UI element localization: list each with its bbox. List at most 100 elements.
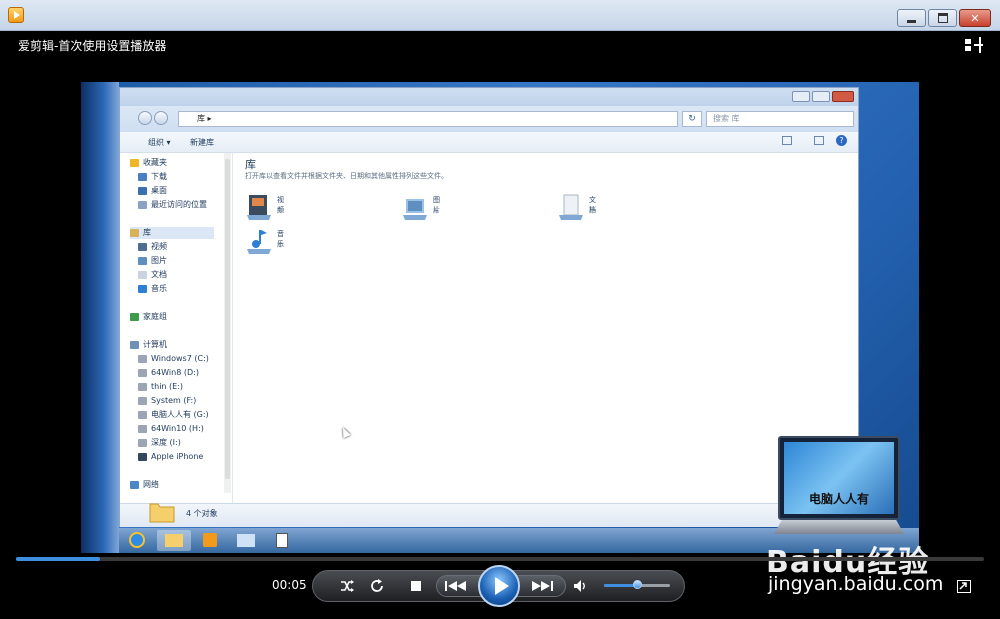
explorer-minimize-icon — [792, 91, 810, 102]
new-library-button: 新建库 — [190, 138, 214, 147]
preview-pane-icon — [814, 136, 824, 145]
explorer-status-bar: 4 个对象 — [120, 503, 858, 527]
minimize-button[interactable] — [897, 9, 926, 27]
nav-item: 音乐 — [138, 283, 167, 295]
star-icon — [130, 158, 139, 167]
recent-places-icon — [138, 200, 147, 209]
drive-icon — [138, 396, 147, 405]
drive-icon — [138, 382, 147, 391]
ie-icon — [121, 530, 155, 551]
library-icon — [130, 228, 139, 237]
help-icon: ? — [836, 135, 847, 146]
close-button[interactable]: ✕ — [959, 9, 991, 27]
nav-item: 最近访问的位置 — [138, 199, 207, 211]
nav-item: 视频 — [138, 241, 167, 253]
nav-item: 64Win8 (D:) — [138, 367, 199, 379]
nav-item: 文档 — [138, 269, 167, 281]
logo-caption: 电脑人人有 — [808, 492, 869, 506]
switch-to-library-icon[interactable] — [965, 37, 983, 53]
video-title: 爱剪辑-首次使用设置播放器 — [18, 39, 167, 53]
explorer-address-bar: 库 ▸ ↻ 搜索 库 — [120, 106, 858, 132]
nav-item: System (F:) — [138, 395, 196, 407]
stop-icon — [411, 581, 421, 591]
forward-icon — [154, 111, 168, 125]
laptop-base — [774, 520, 904, 534]
volume-slider[interactable] — [604, 580, 670, 589]
play-button[interactable] — [478, 565, 520, 607]
close-icon: ✕ — [970, 11, 980, 25]
item-count: 4 个对象 — [186, 509, 218, 518]
pictures-library-icon — [403, 199, 427, 220]
video-library-icon — [138, 242, 147, 251]
homegroup-icon — [130, 312, 139, 321]
previous-icon — [445, 581, 466, 591]
explorer-close-icon — [832, 91, 854, 102]
nav-item: Windows7 (C:) — [138, 353, 209, 365]
watermark-logo: 电脑人人有 — [774, 436, 904, 542]
music-library-icon — [247, 230, 271, 254]
view-icon — [782, 136, 792, 145]
explorer-window: 库 ▸ ↻ 搜索 库 组织 ▾ 新建库 ? 收藏夹 下载 桌面 最近访问的位置 … — [119, 87, 859, 527]
explorer-toolbar: 组织 ▾ 新建库 ? — [120, 132, 858, 153]
maximize-icon — [929, 10, 956, 26]
library-title: 库 — [245, 158, 256, 171]
shuffle-icon — [341, 580, 354, 592]
document-taskbar-icon — [265, 530, 299, 551]
desktop-edge — [81, 82, 119, 553]
volume-icon — [574, 580, 585, 592]
player-window: ✕ 爱剪辑-首次使用设置播放器 库 ▸ ↻ 搜索 库 组织 ▾ 新建库 ? 收藏… — [0, 0, 1000, 619]
back-icon — [138, 111, 152, 125]
nav-item: 下载 — [138, 171, 167, 183]
title-bar: ✕ — [0, 0, 1000, 31]
repeat-button[interactable] — [368, 577, 386, 595]
explorer-taskbar-icon — [157, 530, 191, 551]
drive-icon — [138, 354, 147, 363]
previous-button[interactable] — [442, 577, 470, 595]
drive-icon — [138, 410, 147, 419]
documents-library-icon — [559, 194, 583, 220]
desktop-icon — [138, 186, 147, 195]
drive-icon — [138, 368, 147, 377]
network-icon — [130, 480, 139, 489]
fullscreen-button[interactable] — [957, 580, 971, 593]
fullscreen-icon — [959, 582, 967, 590]
next-button[interactable] — [528, 577, 556, 595]
library-view: 库 打开库以查看文件并根据文件夹、日期和其他属性排列这些文件。 视频 库 图片 … — [233, 153, 858, 503]
mute-button[interactable] — [572, 577, 590, 595]
nav-item: 桌面 — [138, 185, 167, 197]
volume-thumb[interactable] — [633, 580, 642, 589]
network-node: 网络 — [130, 479, 159, 491]
shuffle-button[interactable] — [338, 577, 356, 595]
libraries-node: 库 — [130, 227, 214, 239]
next-icon — [532, 581, 553, 591]
stop-button[interactable] — [407, 577, 425, 595]
nav-item: 电脑人人有 (G:) — [138, 409, 209, 421]
video-library-icon — [247, 195, 271, 220]
nav-item: Apple iPhone — [138, 451, 203, 463]
phone-icon — [138, 452, 147, 461]
sidebar-scroll-thumb — [225, 159, 230, 479]
explorer-maximize-icon — [812, 91, 830, 102]
computer-node: 计算机 — [130, 339, 167, 351]
minimize-icon — [898, 10, 925, 26]
baidu-url: jingyan.baidu.com — [768, 573, 944, 595]
favorites-node: 收藏夹 — [130, 157, 167, 169]
elapsed-time: 00:05 — [272, 578, 307, 592]
nav-item: thin (E:) — [138, 381, 183, 393]
refresh-icon: ↻ — [682, 111, 702, 127]
drive-icon — [138, 438, 147, 447]
explorer-title-bar — [120, 88, 858, 106]
navigation-pane: 收藏夹 下载 桌面 最近访问的位置 库 视频 图片 文档 音乐 家庭组 计算机 … — [120, 153, 233, 503]
window-taskbar-icon — [229, 530, 263, 551]
seek-bar[interactable] — [16, 557, 984, 561]
drive-icon — [138, 424, 147, 433]
seek-progress — [16, 557, 101, 561]
laptop-logo-icon: 电脑人人有 — [778, 436, 900, 520]
pictures-library-icon — [138, 256, 147, 265]
maximize-button[interactable] — [928, 9, 957, 27]
player-taskbar-icon — [193, 530, 227, 551]
download-folder-icon — [138, 172, 147, 181]
homegroup-node: 家庭组 — [130, 311, 167, 323]
library-description: 打开库以查看文件并根据文件夹、日期和其他属性排列这些文件。 — [245, 172, 448, 180]
address-path: 库 ▸ — [178, 111, 678, 127]
